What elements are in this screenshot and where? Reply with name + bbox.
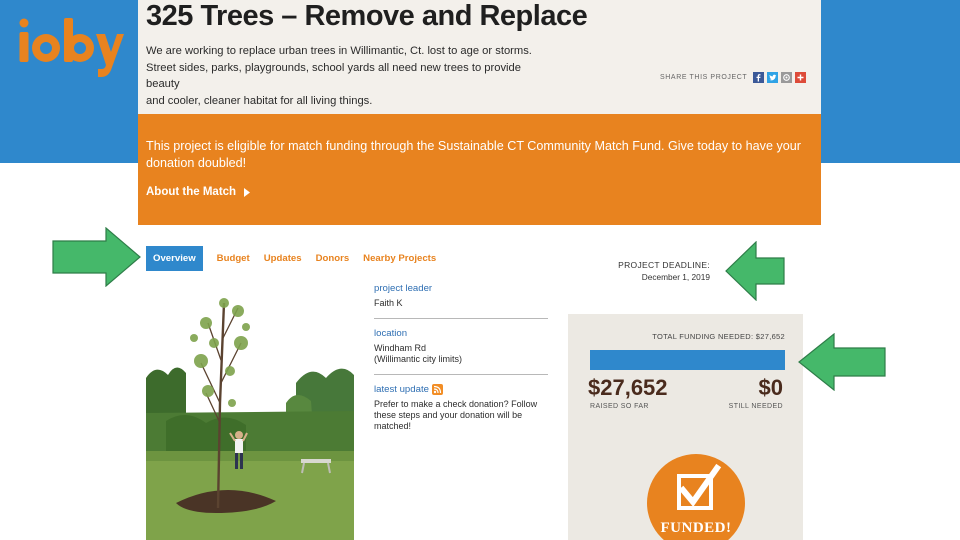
match-banner: This project is eligible for match fundi…	[138, 114, 821, 225]
project-leader-value[interactable]: Faith K	[374, 298, 548, 309]
share-label: SHARE THIS PROJECT	[660, 74, 748, 81]
tab-nearby-projects[interactable]: Nearby Projects	[363, 253, 436, 264]
tab-budget[interactable]: Budget	[217, 253, 250, 264]
description-line: and cooler, cleaner habitat for all livi…	[146, 94, 373, 107]
project-photo	[146, 283, 354, 540]
funded-badge-text: FUNDED!	[660, 520, 732, 536]
description-line: We are working to replace urban trees in…	[146, 45, 532, 57]
funding-progress-bar	[590, 350, 785, 370]
location-label: location	[374, 328, 408, 339]
rss-icon[interactable]	[431, 384, 443, 395]
tab-donors[interactable]: Donors	[316, 253, 350, 264]
total-funding-needed: TOTAL FUNDING NEEDED: $27,652	[652, 332, 785, 341]
project-deadline: PROJECT DEADLINE: December 1, 2019	[608, 260, 710, 282]
project-tabs: Overview Budget Updates Donors Nearby Pr…	[146, 245, 450, 271]
project-info: project leader Faith K location Windham …	[374, 283, 548, 432]
location-line1: Windham Rd	[374, 343, 427, 353]
total-funding-label: TOTAL FUNDING NEEDED:	[652, 332, 754, 341]
project-leader-block: project leader Faith K	[374, 283, 548, 319]
arrow-left-icon	[798, 333, 886, 391]
project-page: 325 Trees – Remove and Replace We are wo…	[138, 0, 821, 540]
deadline-date: December 1, 2019	[641, 272, 710, 282]
slide: 325 Trees – Remove and Replace We are wo…	[0, 0, 960, 540]
funding-progress-fill	[590, 350, 785, 370]
tab-overview[interactable]: Overview	[146, 245, 203, 271]
match-text: This project is eligible for match fundi…	[146, 139, 801, 170]
project-leader-label: project leader	[374, 283, 433, 294]
facebook-icon[interactable]	[753, 72, 765, 83]
caret-right-icon	[244, 187, 251, 197]
funding-panel: TOTAL FUNDING NEEDED: $27,652 $27,652 $0…	[568, 314, 803, 540]
project-description: We are working to replace urban trees in…	[146, 43, 556, 109]
latest-update-heading: latest update	[374, 384, 548, 395]
still-needed-amount: $0	[758, 375, 783, 400]
deadline-label: PROJECT DEADLINE:	[618, 260, 710, 270]
still-needed-label: STILL NEEDED	[728, 403, 783, 410]
googleplus-icon[interactable]	[795, 72, 807, 83]
arrow-left-icon	[725, 241, 785, 301]
location-line2: (Willimantic city limits)	[374, 354, 462, 364]
twitter-icon[interactable]	[767, 72, 779, 83]
latest-update-block: latest update Prefer to make a check don…	[374, 384, 548, 432]
project-title: 325 Trees – Remove and Replace	[146, 0, 588, 32]
project-header: 325 Trees – Remove and Replace We are wo…	[138, 0, 821, 114]
total-funding-value: $27,652	[755, 332, 785, 341]
raised-label: RAISED SO FAR	[590, 403, 649, 410]
ioby-logo[interactable]	[16, 14, 124, 78]
email-icon[interactable]	[781, 72, 793, 83]
location-block: location Windham Rd (Willimantic city li…	[374, 328, 548, 375]
arrow-right-icon	[52, 227, 141, 287]
tab-updates[interactable]: Updates	[264, 253, 302, 264]
about-the-match-link[interactable]: About the Match	[146, 186, 251, 198]
latest-update-label: latest update	[374, 384, 429, 395]
share-bar: SHARE THIS PROJECT	[660, 72, 807, 83]
funded-badge: FUNDED!	[647, 454, 745, 540]
description-line: Street sides, parks, playgrounds, school…	[146, 61, 521, 91]
raised-amount: $27,652	[588, 375, 668, 400]
latest-update-text[interactable]: Prefer to make a check donation? Follow …	[374, 399, 548, 432]
about-the-match-label: About the Match	[146, 186, 237, 198]
